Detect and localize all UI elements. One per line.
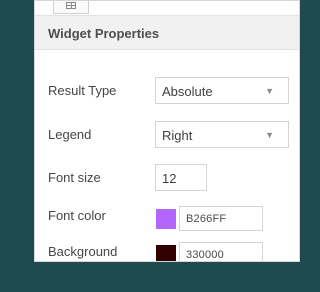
background-value: 330000 — [186, 249, 224, 261]
panel-top-strip — [35, 1, 299, 16]
result-type-label: Result Type — [48, 83, 117, 98]
font-color-swatch[interactable] — [156, 209, 176, 229]
chevron-down-icon: ▼ — [265, 86, 274, 96]
chevron-down-icon: ▼ — [265, 130, 274, 140]
grid-icon — [66, 2, 76, 9]
font-size-input[interactable]: 12 — [155, 164, 207, 191]
legend-select[interactable]: Right ▼ — [155, 121, 289, 148]
panel-top-tab[interactable] — [53, 1, 89, 14]
font-size-row: Font size 12 — [35, 161, 299, 195]
font-color-value: B266FF — [186, 213, 227, 225]
font-color-input[interactable]: B266FF — [179, 206, 263, 231]
legend-label: Legend — [48, 127, 92, 142]
font-size-value: 12 — [162, 171, 177, 186]
result-type-value: Absolute — [162, 84, 213, 99]
font-color-label: Font color — [48, 208, 106, 223]
legend-value: Right — [162, 128, 193, 143]
background-swatch[interactable] — [156, 245, 176, 261]
font-color-row: Font color B266FF — [35, 199, 299, 233]
result-type-row: Result Type Absolute ▼ — [35, 74, 299, 108]
legend-row: Legend Right ▼ — [35, 118, 299, 152]
background-label: Background — [48, 244, 118, 259]
panel-header: Widget Properties — [35, 16, 299, 50]
background-input[interactable]: 330000 — [179, 242, 263, 261]
background-row: Background 330000 — [35, 235, 299, 261]
result-type-select[interactable]: Absolute ▼ — [155, 77, 289, 104]
panel-title: Widget Properties — [48, 26, 160, 41]
widget-properties-panel: Widget Properties Result Type Absolute ▼… — [34, 0, 300, 262]
font-size-label: Font size — [48, 170, 101, 185]
